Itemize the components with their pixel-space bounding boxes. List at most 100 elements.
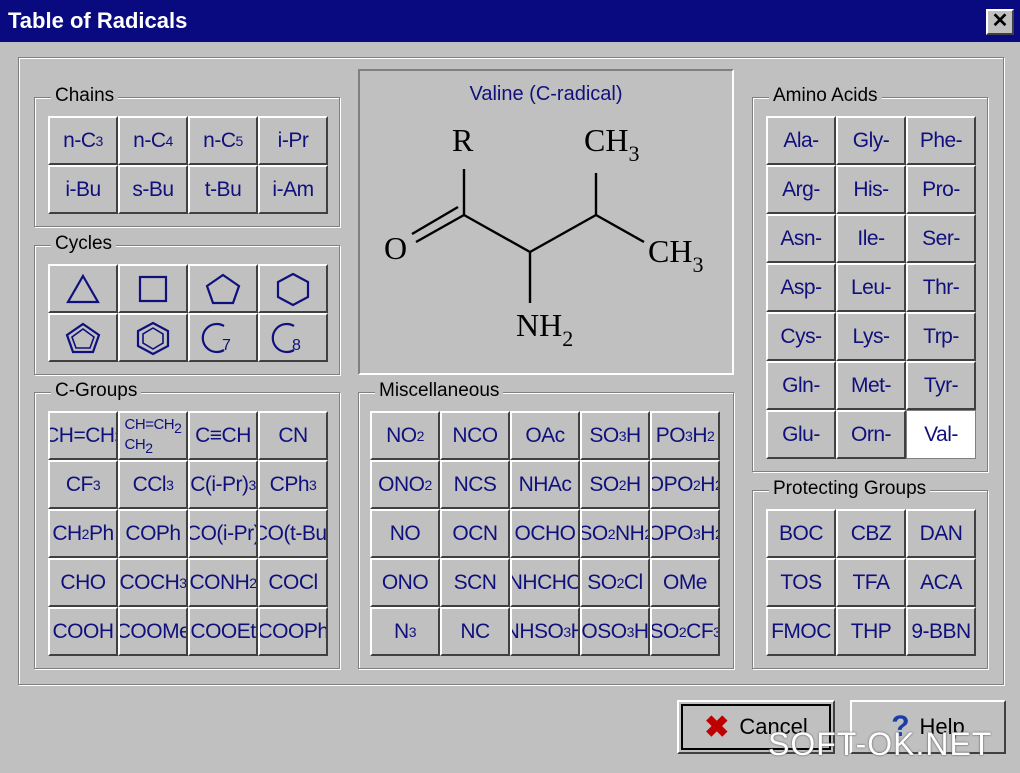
misc-button-ocho[interactable]: OCHO xyxy=(510,509,580,558)
cgroups-button-cooet[interactable]: COOEt xyxy=(188,607,258,656)
cycles-button-c8-ring-icon[interactable]: 8 xyxy=(258,313,328,362)
misc-button-so2cl[interactable]: SO 2 Cl xyxy=(580,558,650,607)
amino-button-val[interactable]: Val- xyxy=(906,410,976,459)
atom-ch3-top: CH3 xyxy=(584,122,639,166)
misc-button-oso3h[interactable]: OSO 3 H xyxy=(580,607,650,656)
cgroups-button-cooh[interactable]: COOH xyxy=(48,607,118,656)
misc-button-so3h[interactable]: SO 3 H xyxy=(580,411,650,460)
protect-button-fmoc[interactable]: FMOC xyxy=(766,607,836,656)
cgroups-button-co-i-pr[interactable]: CO(i-Pr) xyxy=(188,509,258,558)
amino-button-orn[interactable]: Orn- xyxy=(836,410,906,459)
amino-button-ala[interactable]: Ala- xyxy=(766,116,836,165)
cycles-button-hexagon-icon[interactable] xyxy=(258,264,328,313)
cgroups-grid: CH=CH2CH=CH2CH2C≡CHCN CF3CCl3C(i-Pr)3CPh3… xyxy=(48,411,328,656)
chains-button-n-c5[interactable]: n-C 5 xyxy=(188,116,258,165)
cgroups-button-ch-ch2ch2[interactable]: CH=CH2 CH2 xyxy=(118,411,188,460)
misc-button-nhso3h[interactable]: NHSO3H xyxy=(510,607,580,656)
misc-button-so2nh2[interactable]: SO2NH2 xyxy=(580,509,650,558)
misc-button-no2[interactable]: NO 2 xyxy=(370,411,440,460)
misc-button-scn[interactable]: SCN xyxy=(440,558,510,607)
misc-button-ono[interactable]: ONO xyxy=(370,558,440,607)
amino-button-cys[interactable]: Cys- xyxy=(766,312,836,361)
amino-button-trp[interactable]: Trp- xyxy=(906,312,976,361)
protect-grid: BOC CBZ DAN TOS TFA ACA FMOC THP 9-BBN xyxy=(766,509,976,656)
cgroups-button-cocl[interactable]: COCl xyxy=(258,558,328,607)
cgroups-button-cooph[interactable]: COOPh xyxy=(258,607,328,656)
cycles-button-c7-ring-icon[interactable]: 7 xyxy=(188,313,258,362)
chains-button-n-c4[interactable]: n-C 4 xyxy=(118,116,188,165)
cgroups-button-c-i-pr-3[interactable]: C(i-Pr) 3 xyxy=(188,460,258,509)
misc-button-nco[interactable]: NCO xyxy=(440,411,510,460)
cgroups-button-co-t-bu[interactable]: CO(t-Bu) xyxy=(258,509,328,558)
structure-preview: Valine (C-radical) R O CH3 CH3 NH2 xyxy=(358,69,734,375)
misc-button-nhac[interactable]: NHAc xyxy=(510,460,580,509)
protect-button-dan[interactable]: DAN xyxy=(906,509,976,558)
protect-button-tfa[interactable]: TFA xyxy=(836,558,906,607)
cgroups-button-c-ch[interactable]: C≡CH xyxy=(188,411,258,460)
amino-button-ser[interactable]: Ser- xyxy=(906,214,976,263)
amino-button-lys[interactable]: Lys- xyxy=(836,312,906,361)
atom-ch3-right: CH3 xyxy=(648,233,703,277)
misc-button-n3[interactable]: N3 xyxy=(370,607,440,656)
amino-button-tyr[interactable]: Tyr- xyxy=(906,361,976,410)
atom-r: R xyxy=(452,122,474,158)
misc-button-opo2h2[interactable]: OPO2H2 xyxy=(650,460,720,509)
amino-button-gln[interactable]: Gln- xyxy=(766,361,836,410)
protect-button-thp[interactable]: THP xyxy=(836,607,906,656)
amino-button-asn[interactable]: Asn- xyxy=(766,214,836,263)
misc-button-ono2[interactable]: ONO 2 xyxy=(370,460,440,509)
protect-button-9-bbn[interactable]: 9-BBN xyxy=(906,607,976,656)
cycles-button-benzene-icon[interactable] xyxy=(118,313,188,362)
cgroups-button-conh2[interactable]: CONH 2 xyxy=(188,558,258,607)
misc-button-nc[interactable]: NC xyxy=(440,607,510,656)
amino-button-asp[interactable]: Asp- xyxy=(766,263,836,312)
chains-button-i-am[interactable]: i-Am xyxy=(258,165,328,214)
cgroups-button-cn[interactable]: CN xyxy=(258,411,328,460)
chains-button-s-bu[interactable]: s-Bu xyxy=(118,165,188,214)
cgroups-button-ch2ph[interactable]: CH 2 Ph xyxy=(48,509,118,558)
protect-button-tos[interactable]: TOS xyxy=(766,558,836,607)
cgroups-button-ch-ch2[interactable]: CH=CH2 xyxy=(48,411,118,460)
cgroups-button-cf3[interactable]: CF 3 xyxy=(48,460,118,509)
cycles-button-square-icon[interactable] xyxy=(118,264,188,313)
amino-button-thr[interactable]: Thr- xyxy=(906,263,976,312)
amino-button-ile[interactable]: Ile- xyxy=(836,214,906,263)
protect-label: Protecting Groups xyxy=(769,478,931,500)
misc-button-no[interactable]: NO xyxy=(370,509,440,558)
amino-button-pro[interactable]: Pro- xyxy=(906,165,976,214)
cgroups-button-coch3[interactable]: COCH 3 xyxy=(118,558,188,607)
misc-button-opo3h2[interactable]: OPO3H2 xyxy=(650,509,720,558)
protect-button-boc[interactable]: BOC xyxy=(766,509,836,558)
cycles-button-cyclopentadiene-icon[interactable] xyxy=(48,313,118,362)
misc-button-so2cf3[interactable]: SO 2 CF 3 xyxy=(650,607,720,656)
chains-button-t-bu[interactable]: t-Bu xyxy=(188,165,258,214)
amino-button-glu[interactable]: Glu- xyxy=(766,410,836,459)
misc-button-ocn[interactable]: OCN xyxy=(440,509,510,558)
cgroups-button-cph3[interactable]: CPh 3 xyxy=(258,460,328,509)
amino-button-phe[interactable]: Phe- xyxy=(906,116,976,165)
misc-button-po3h2[interactable]: PO 3 H 2 xyxy=(650,411,720,460)
cgroups-button-ccl3[interactable]: CCl 3 xyxy=(118,460,188,509)
cgroups-button-coph[interactable]: COPh xyxy=(118,509,188,558)
close-button[interactable]: ✕ xyxy=(986,9,1014,35)
misc-button-so2h[interactable]: SO 2 H xyxy=(580,460,650,509)
misc-button-nhcho[interactable]: NHCHO xyxy=(510,558,580,607)
amino-button-arg[interactable]: Arg- xyxy=(766,165,836,214)
chains-button-i-pr[interactable]: i-Pr xyxy=(258,116,328,165)
amino-button-leu[interactable]: Leu- xyxy=(836,263,906,312)
misc-button-oac[interactable]: OAc xyxy=(510,411,580,460)
chains-button-i-bu[interactable]: i-Bu xyxy=(48,165,118,214)
protect-button-aca[interactable]: ACA xyxy=(906,558,976,607)
cycles-button-triangle-icon[interactable] xyxy=(48,264,118,313)
misc-button-ome[interactable]: OMe xyxy=(650,558,720,607)
misc-button-ncs[interactable]: NCS xyxy=(440,460,510,509)
cgroups-button-cho[interactable]: CHO xyxy=(48,558,118,607)
cgroups-button-coome[interactable]: COOMe xyxy=(118,607,188,656)
protect-button-cbz[interactable]: CBZ xyxy=(836,509,906,558)
misc-grid: NO2NCOOAcSO3HPO3H2 ONO2NCSNHAcSO2HOPO2H2 N… xyxy=(370,411,720,656)
amino-button-gly[interactable]: Gly- xyxy=(836,116,906,165)
amino-button-his[interactable]: His- xyxy=(836,165,906,214)
cycles-button-pentagon-icon[interactable] xyxy=(188,264,258,313)
amino-button-met[interactable]: Met- xyxy=(836,361,906,410)
chains-button-n-c3[interactable]: n-C 3 xyxy=(48,116,118,165)
